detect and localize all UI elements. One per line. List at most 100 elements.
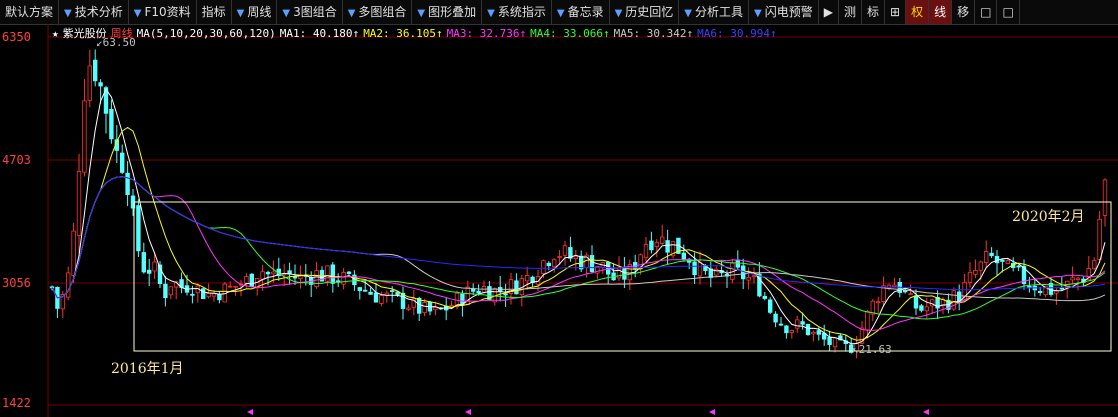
toolbar-item-label: ⊞ [890, 5, 901, 19]
candle-body [357, 287, 362, 291]
y-tick-1422: 1422 [2, 396, 31, 410]
history-button[interactable]: ▼ 历史回忆 [610, 0, 680, 24]
candle-body [200, 288, 206, 300]
dropdown-arrow-icon: ▼ [347, 8, 356, 19]
candle-body [260, 271, 265, 280]
f10-button[interactable]: ▼ F10资料 [129, 0, 197, 24]
toolbar-item-label: □ [1002, 5, 1014, 19]
flash-alert-button[interactable]: ▼ 闪电预警 [749, 0, 819, 24]
maximize-button[interactable]: □ [997, 0, 1020, 24]
candle-body [978, 261, 983, 271]
move-button[interactable]: 移 [952, 0, 976, 24]
default-scheme-button[interactable]: 默认方案 [0, 0, 60, 24]
toolbar-item-label: 移 [957, 5, 970, 19]
candle-body [784, 325, 789, 334]
y-tick-6350: 6350 [2, 30, 31, 44]
candle-body [654, 242, 659, 247]
candle-body [1102, 179, 1108, 216]
candle-body [217, 293, 222, 301]
time-marker [247, 409, 253, 415]
annotation-start: 2016年1月 [111, 361, 184, 377]
candle-body [573, 255, 578, 260]
candle-body [244, 276, 249, 284]
candle-body [152, 261, 157, 272]
candle-body [476, 290, 481, 294]
memo-button[interactable]: ▼ 备忘录 [552, 0, 610, 24]
favorite-star-icon[interactable]: ★ [52, 27, 59, 40]
candle-body [503, 293, 508, 296]
candle-body [87, 65, 92, 101]
ma6-value: MA6: 30.994↑ [697, 27, 777, 40]
candle-body [233, 285, 238, 288]
candle-body [557, 256, 562, 258]
candle-body [422, 302, 427, 314]
candle-body [1075, 277, 1081, 280]
ma-legend: ★ 紫光股份 周线 MA(5,10,20,30,60,120) MA1: 40.180↑… [52, 25, 781, 40]
multi-chart-button[interactable]: ▼ 多图组合 [343, 0, 413, 24]
candle-body [330, 264, 335, 284]
overlay-button[interactable]: ▼ 图形叠加 [412, 0, 483, 24]
candle-body [168, 286, 173, 296]
rights-button[interactable]: 权 [906, 0, 930, 24]
measure-button[interactable]: 测 [839, 0, 862, 24]
candle-body [98, 82, 103, 87]
grid-button[interactable]: ⊞ [885, 0, 907, 24]
candle-body [660, 236, 665, 244]
mark-button[interactable]: 标 [862, 0, 885, 24]
candle-body [908, 293, 913, 296]
play-button[interactable]: ▶ [819, 0, 839, 24]
indicator-button[interactable]: 指标 [197, 0, 232, 24]
candle-body [589, 255, 595, 273]
candle-body [805, 323, 811, 335]
candle-body [368, 291, 373, 295]
candle-body [697, 262, 703, 277]
candle-body [746, 276, 751, 281]
toolbar-item-label: F10资料 [144, 5, 191, 19]
ma-definition: MA(5,10,20,30,60,120) [136, 27, 276, 40]
weekly-button[interactable]: ▼ 周线 [232, 0, 278, 24]
candle-body [552, 259, 557, 268]
toolbar-item-label: 备忘录 [567, 5, 604, 19]
toolbar-item-label: 3图组合 [293, 5, 337, 19]
candle-body [249, 273, 254, 287]
candle-body [362, 289, 368, 292]
candle-body [66, 272, 71, 298]
candle-body [967, 271, 973, 283]
candle-body [762, 295, 767, 299]
toolbar-item-label: □ [980, 5, 992, 19]
toolbar-item-label: 图形叠加 [428, 5, 477, 19]
candle-body [816, 330, 821, 335]
ma5-line [51, 176, 1106, 302]
line-button[interactable]: 线 [929, 0, 953, 24]
candle-body [227, 285, 233, 288]
system-indicator-button[interactable]: ▼ 系统指示 [482, 0, 552, 24]
dropdown-arrow-icon: ▼ [754, 8, 762, 19]
dropdown-arrow-icon: ▼ [133, 8, 142, 19]
candle-body [325, 265, 330, 282]
time-marker [465, 409, 471, 415]
candle-body [341, 272, 346, 285]
candle-body [125, 172, 130, 195]
candle-body [514, 280, 519, 295]
analysis-tools-button[interactable]: ▼ 分析工具 [679, 0, 750, 24]
toolbar-item-label: 默认方案 [5, 5, 54, 19]
candle-body [984, 251, 989, 264]
candle-body [876, 301, 881, 304]
three-chart-button[interactable]: ▼ 3图组合 [277, 0, 343, 24]
toolbar-item-label: 系统指示 [497, 5, 546, 19]
restore-button[interactable]: □ [975, 0, 998, 24]
candle-body [800, 321, 805, 325]
candle-body [622, 268, 627, 280]
candle-body [919, 305, 924, 311]
candle-body [1097, 218, 1102, 260]
candle-body [778, 323, 784, 326]
candle-body [773, 313, 778, 323]
candle-body [82, 100, 87, 173]
y-tick-3056: 3056 [2, 276, 31, 290]
toolbar-item-label: 测 [843, 5, 856, 19]
toolbar-item-label: 多图组合 [358, 5, 407, 19]
candle-body [865, 310, 870, 331]
tech-analysis-button[interactable]: ▼ 技术分析 [59, 0, 129, 24]
candle-body [924, 306, 929, 312]
candle-body [1038, 291, 1043, 293]
